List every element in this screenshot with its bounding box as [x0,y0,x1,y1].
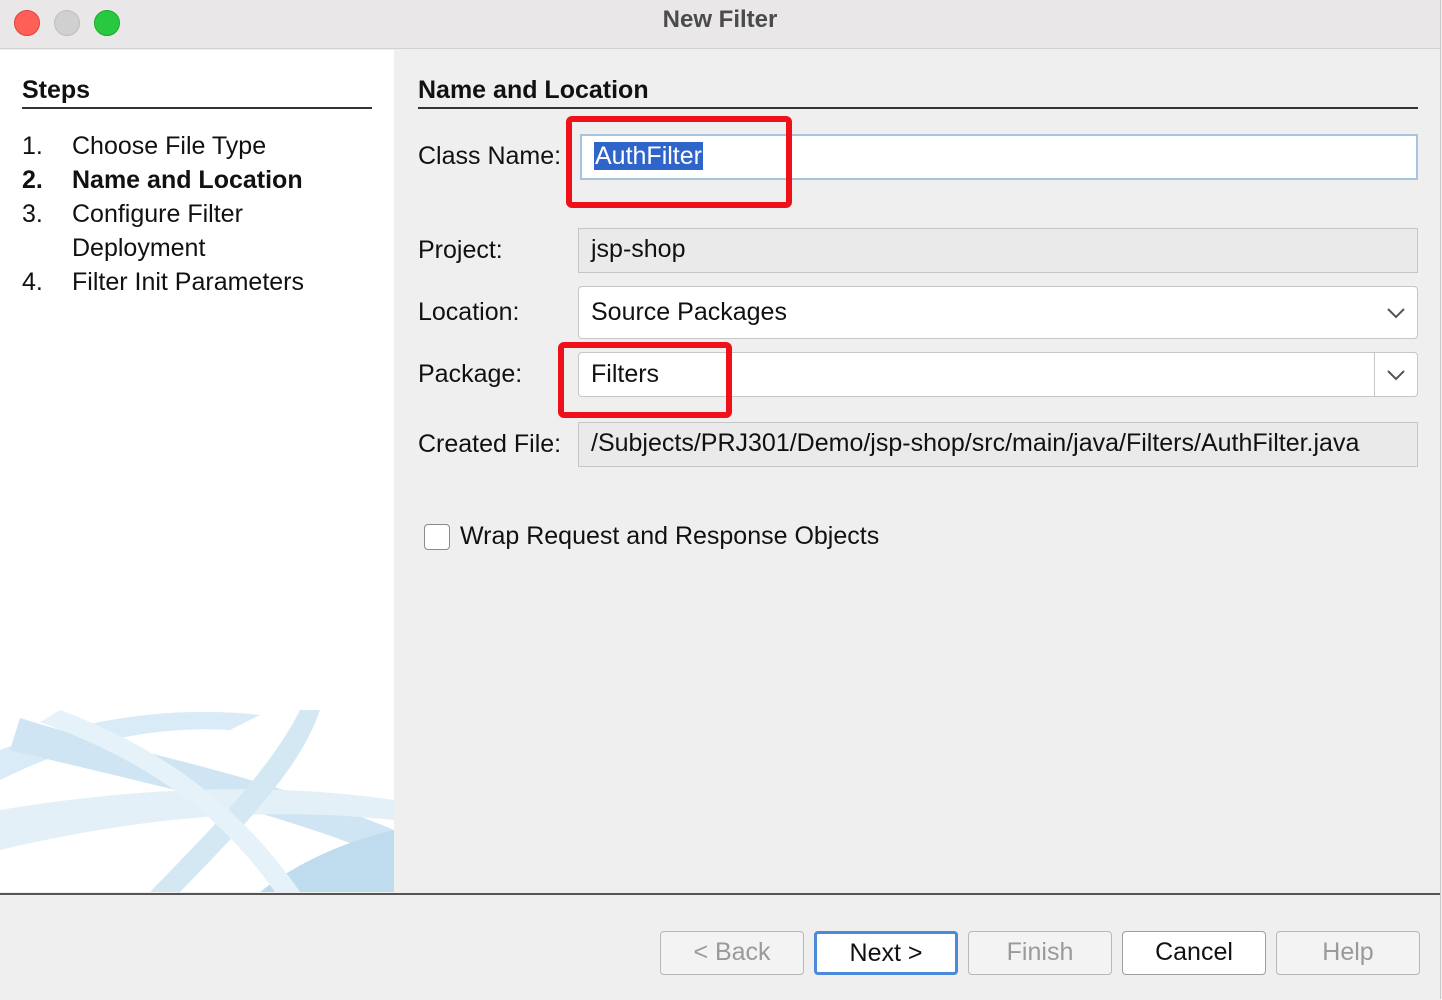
project-label: Project: [418,236,503,264]
chevron-down-icon [1375,287,1417,338]
step-label-configure-filter: Configure Filter [72,200,243,228]
step-label-configure-filter-line2: Deployment [72,234,206,262]
step-label-filter-init-parameters: Filter Init Parameters [72,268,305,296]
steps-panel: Steps 1. Choose File Type 2. Name and Lo… [0,50,394,892]
section-title: Name and Location [418,76,649,104]
steps-divider [22,107,372,109]
help-button[interactable]: Help [1276,931,1420,975]
created-file-field: /Subjects/PRJ301/Demo/jsp-shop/src/main/… [578,422,1418,467]
step-number: 2. [22,166,43,194]
chevron-down-icon[interactable] [1374,353,1417,396]
class-name-label: Class Name: [418,142,562,170]
back-button[interactable]: < Back [660,931,804,975]
step-label-choose-file-type: Choose File Type [72,132,267,160]
annotation-highlight-class-name [566,116,792,208]
title-bar: New Filter [0,0,1440,49]
step-number: 1. [22,132,43,160]
location-dropdown[interactable]: Source Packages [578,286,1418,339]
step-number: 3. [22,200,43,228]
wrap-objects-checkbox[interactable] [424,524,450,550]
wrap-objects-label[interactable]: Wrap Request and Response Objects [460,522,879,551]
steps-heading: Steps [22,76,91,104]
annotation-highlight-package [558,342,732,418]
wizard-decoration-graphic [0,710,394,892]
next-button[interactable]: Next > [814,931,958,975]
location-value: Source Packages [591,298,787,326]
location-label: Location: [418,298,520,326]
package-label: Package: [418,360,523,388]
main-panel: Name and Location Class Name: AuthFilter… [394,50,1440,892]
project-field: jsp-shop [578,228,1418,273]
window-title: New Filter [662,6,778,33]
created-file-label: Created File: [418,430,562,458]
finish-button[interactable]: Finish [968,931,1112,975]
step-label-name-and-location: Name and Location [72,166,303,194]
new-filter-dialog: New Filter Steps 1. Choose File Type 2. … [0,0,1441,1000]
cancel-button[interactable]: Cancel [1122,931,1266,975]
button-bar: < Back Next > Finish Cancel Help [0,893,1440,1000]
section-divider [418,107,1418,109]
step-number: 4. [22,268,43,296]
